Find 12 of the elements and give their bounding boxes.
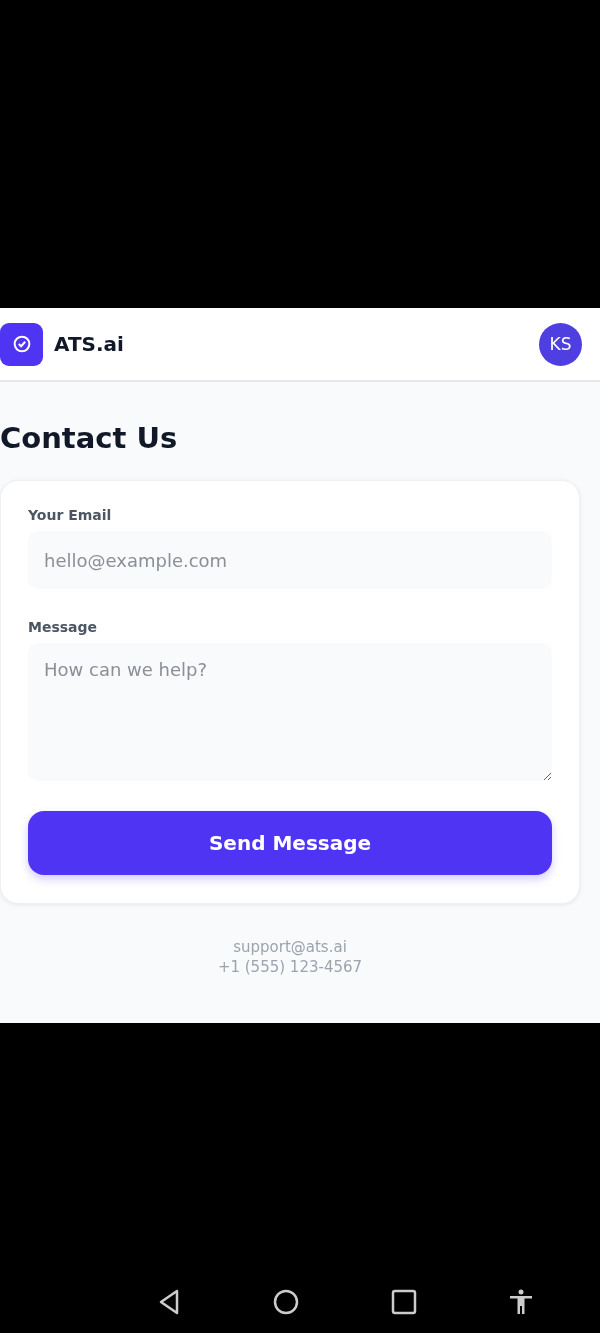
brand-name: ATS.ai xyxy=(54,332,124,356)
send-button[interactable]: Send Message xyxy=(28,811,552,875)
field-label: Message xyxy=(28,619,99,635)
recents-icon[interactable] xyxy=(389,1288,418,1316)
home-icon[interactable] xyxy=(272,1288,301,1316)
page-title: Contact Us xyxy=(0,420,179,456)
contact-info: support@ats.ai xyxy=(233,938,347,956)
user-avatar[interactable]: KS xyxy=(539,322,582,366)
email-field[interactable]: hello@example.com xyxy=(28,531,552,589)
field-label: Your Email xyxy=(28,507,113,523)
message-field[interactable]: How can we help? xyxy=(28,643,552,781)
contact-info: +1 (555) 123-4567 xyxy=(217,958,363,976)
